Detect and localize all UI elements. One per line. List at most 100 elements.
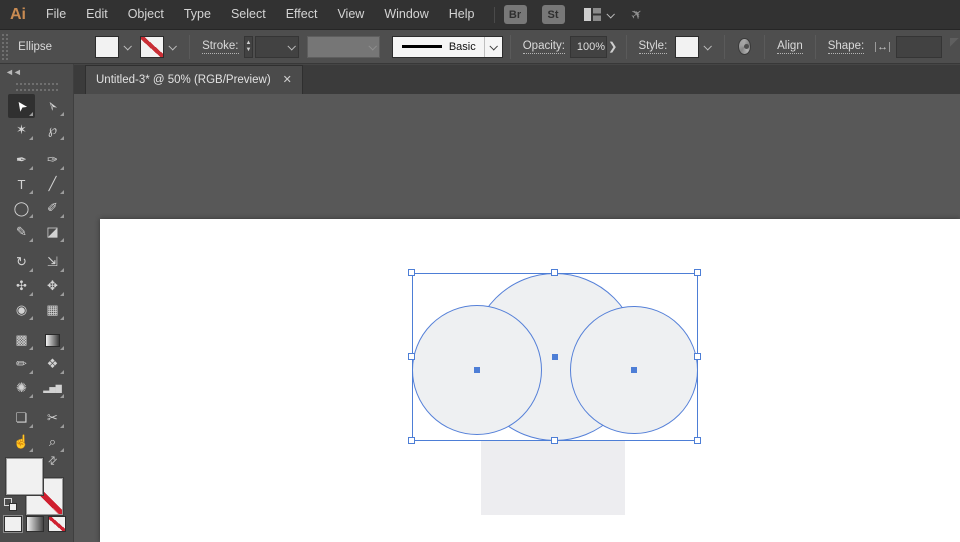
opacity-field[interactable]: 100% [569,35,607,58]
symbol-sprayer-tool[interactable]: ✺ [8,376,35,400]
width-tool[interactable]: ✣ [8,274,35,298]
stroke-color-dropdown[interactable] [164,36,179,58]
selection-handle[interactable] [408,353,415,360]
style-control [675,35,714,58]
menu-item-help[interactable]: Help [439,0,485,29]
rotate-tool[interactable]: ↻ [8,250,35,274]
none-button[interactable] [48,516,66,532]
stock-button[interactable]: St [541,5,565,24]
app-logo-icon[interactable]: Ai [0,6,36,24]
align-label[interactable]: Align [777,40,803,54]
center-anchor-point[interactable] [552,354,558,360]
width-tool-icon: ✣ [16,278,27,293]
recolor-artwork-icon[interactable] [738,38,752,55]
selection-handle[interactable] [408,269,415,276]
workspace-switcher-button[interactable] [583,8,615,21]
menu-item-window[interactable]: Window [374,0,438,29]
eraser-tool-icon: ◪ [46,224,59,239]
opacity-label[interactable]: Opacity: [522,40,565,54]
menu-item-view[interactable]: View [327,0,374,29]
symbol-sprayer-tool-icon: ✺ [16,380,27,395]
color-mode-buttons [3,515,66,533]
free-transform-tool[interactable]: ✥ [39,274,66,298]
shape-builder-tool-icon: ◉ [15,302,28,317]
style-swatch[interactable] [675,35,700,58]
selection-handle[interactable] [694,269,701,276]
scale-tool[interactable]: ⇲ [39,250,66,274]
canvas-pasteboard [74,94,960,542]
perspective-grid-tool[interactable]: ▦ [39,298,66,322]
selection-handle[interactable] [694,437,701,444]
menu-item-object[interactable]: Object [118,0,174,29]
eraser-tool[interactable]: ◪ [39,220,66,244]
brush-definition-chevron[interactable] [483,36,502,57]
shaper-pencil-tool[interactable]: ✎ [8,220,35,244]
tab-close-icon[interactable]: ✕ [283,74,292,86]
divider [509,34,511,59]
chevron-down-icon [605,9,615,19]
color-button[interactable] [3,515,23,533]
eyedropper-tool[interactable]: ✏ [8,352,35,376]
center-anchor-point[interactable] [631,367,637,373]
direct-selection-tool[interactable]: ➢ [39,94,66,118]
menu-item-edit[interactable]: Edit [76,0,118,29]
ellipse-tool[interactable]: ◯ [8,196,35,220]
hand-tool[interactable]: ☝ [8,430,35,454]
paintbrush-tool-icon: ✐ [47,200,58,215]
column-graph-tool[interactable]: ▂▅▇ [39,376,66,400]
tool-row: ❏ ✂ [0,406,74,430]
fill-color-dropdown[interactable] [119,36,134,58]
menu-item-file[interactable]: File [36,0,76,29]
type-tool[interactable]: T [8,172,35,196]
shaper-pencil-tool-icon: ✎ [16,224,27,239]
magic-wand-tool[interactable]: ✶ [8,118,35,142]
shape-label[interactable]: Shape: [827,40,865,54]
blend-tool[interactable]: ❖ [39,352,66,376]
slice-tool[interactable]: ✂ [39,406,66,430]
fill-swatch[interactable] [5,457,44,496]
brush-definition-dropdown[interactable]: Basic [391,35,503,58]
fill-color-swatch[interactable] [95,35,120,58]
lasso-tool-icon: ℘ [47,122,58,137]
paintbrush-tool[interactable]: ✐ [39,196,66,220]
shape-builder-tool[interactable]: ◉ [8,298,35,322]
gradient-button[interactable] [26,516,44,532]
menu-item-select[interactable]: Select [221,0,276,29]
style-label[interactable]: Style: [638,40,668,54]
menu-item-effect[interactable]: Effect [276,0,328,29]
scale-tool-icon: ⇲ [47,254,58,269]
gradient-tool[interactable] [39,328,66,352]
default-fill-stroke-icon[interactable] [4,498,17,511]
shape-width-field[interactable] [896,35,942,58]
stroke-weight-label[interactable]: Stroke: [202,40,239,54]
selection-handle[interactable] [408,437,415,444]
pen-tool[interactable]: ✒ [8,148,35,172]
zoom-tool[interactable]: ⌕ [39,430,66,454]
center-anchor-point[interactable] [474,367,480,373]
menu-item-type[interactable]: Type [174,0,221,29]
selection-handle[interactable] [551,437,558,444]
stroke-weight-stepper[interactable]: ▲ ▼ [243,35,254,58]
chevron-down-icon [168,41,177,51]
collapse-panel-button[interactable]: ◄◄ [5,67,22,77]
artboard-tool[interactable]: ❏ [8,406,35,430]
document-tab-bar: Untitled-3* @ 50% (RGB/Preview) ✕ [74,64,960,94]
swap-fill-stroke-icon[interactable]: ⇄ [45,453,60,468]
opacity-more-button[interactable]: ❯ [607,36,619,58]
bridge-button[interactable]: Br [503,5,527,24]
gpu-performance-icon[interactable]: ✈ [627,4,647,25]
style-dropdown[interactable] [699,36,714,58]
stroke-weight-dropdown[interactable] [255,35,300,58]
line-segment-tool[interactable]: ╱ [39,172,66,196]
selection-tool[interactable]: ➤ [8,94,35,118]
document-tab[interactable]: Untitled-3* @ 50% (RGB/Preview) ✕ [85,65,303,94]
mesh-tool[interactable]: ▩ [8,328,35,352]
stroke-color-swatch-none[interactable] [140,35,165,58]
curvature-tool[interactable]: ✑ [39,148,66,172]
panel-grip-handle[interactable] [2,33,9,60]
selection-handle[interactable] [694,353,701,360]
artwork-rectangle[interactable] [481,441,625,515]
tools-panel-grip[interactable] [15,83,58,91]
lasso-tool[interactable]: ℘ [39,118,66,142]
selection-handle[interactable] [551,269,558,276]
